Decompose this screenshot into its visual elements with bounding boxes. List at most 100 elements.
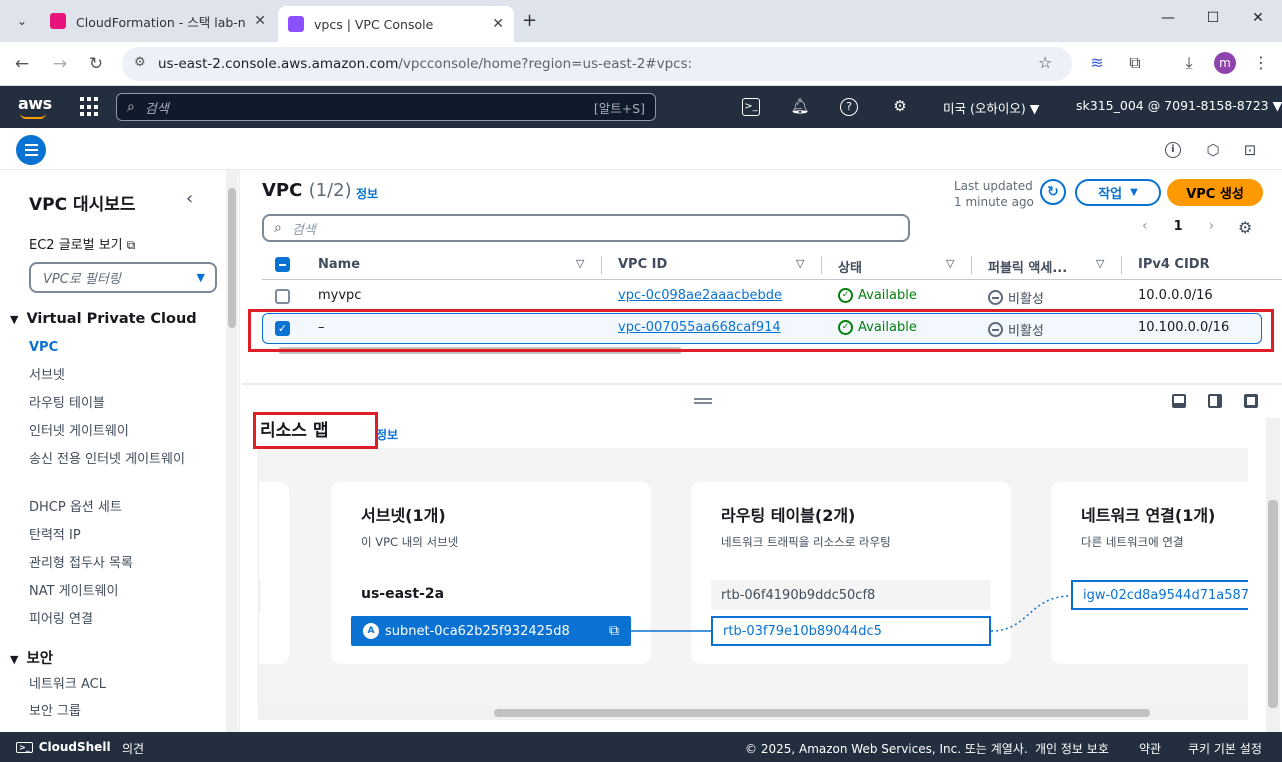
- column-separator[interactable]: [601, 256, 602, 274]
- page-number[interactable]: 1: [1174, 219, 1183, 234]
- browser-toolbar: ← → ↻ ⚙ us-east-2.console.aws.amazon.com…: [0, 42, 1282, 86]
- split-panel-bottom-icon[interactable]: [1172, 394, 1186, 408]
- sidebar-item-subnets[interactable]: 서브넷: [29, 366, 199, 386]
- select-all-checkbox[interactable]: [275, 257, 290, 272]
- sort-caret-icon[interactable]: ▽: [576, 257, 584, 270]
- sidebar-scrollbar-thumb[interactable]: [228, 188, 236, 328]
- table-row[interactable]: myvpc vpc-0c098ae2aaacbebde ✓ Available 비…: [262, 281, 1262, 312]
- vpc-filter-select[interactable]: VPC로 필터링 ▼: [29, 262, 217, 293]
- url-path: /vpcconsole/home?region=us-east-2#vpcs:: [398, 56, 693, 72]
- tab-cloudformation[interactable]: CloudFormation - 스택 lab-net ✕: [40, 6, 276, 36]
- vpc-info-link[interactable]: 정보: [356, 185, 378, 202]
- column-header-ipv4-cidr[interactable]: IPv4 CIDR: [1138, 257, 1210, 272]
- column-separator[interactable]: [821, 256, 822, 274]
- notifications-bell-icon[interactable]: 🔔︎: [790, 97, 810, 115]
- search-icon: ⌕: [274, 220, 282, 236]
- reload-icon[interactable]: ↻: [84, 52, 108, 76]
- sort-caret-icon[interactable]: ▽: [796, 257, 804, 270]
- tab-vpc-console[interactable]: vpcs | VPC Console ✕: [278, 6, 514, 42]
- actions-dropdown-button[interactable]: 작업 ▼: [1075, 179, 1161, 206]
- sidebar-item-managed-prefix-lists[interactable]: 관리형 접두사 목록: [29, 554, 199, 574]
- sidebar-item-network-acls[interactable]: 네트워크 ACL: [29, 675, 199, 695]
- aws-search-input[interactable]: ⌕ 검색 [알트+S]: [116, 93, 656, 121]
- column-header-public-access[interactable]: 퍼블릭 액세...: [988, 257, 1067, 276]
- address-bar[interactable]: ⚙ us-east-2.console.aws.amazon.com/vpcco…: [122, 47, 1072, 81]
- extension-wave-icon[interactable]: ≋: [1086, 53, 1108, 72]
- maximize-window-icon[interactable]: ☐: [1201, 10, 1225, 26]
- row-checkbox[interactable]: [275, 289, 290, 304]
- create-vpc-button[interactable]: VPC 생성: [1167, 179, 1263, 206]
- column-header-state[interactable]: 상태: [838, 257, 862, 276]
- extensions-puzzle-icon[interactable]: ⧉: [1124, 53, 1146, 73]
- column-separator[interactable]: [1121, 256, 1122, 274]
- vpc-id-link[interactable]: vpc-0c098ae2aaacbebde: [618, 288, 782, 303]
- close-tab-icon[interactable]: ✕: [492, 16, 504, 32]
- services-grid-icon[interactable]: [80, 97, 100, 117]
- settings-gear-icon[interactable]: ⚙: [890, 97, 910, 115]
- sidebar-item-peering-connections[interactable]: 피어링 연결: [29, 610, 199, 630]
- sidebar-item-dhcp-option-sets[interactable]: DHCP 옵션 세트: [29, 498, 199, 518]
- close-window-icon[interactable]: ✕: [1246, 10, 1270, 26]
- info-panel-icon[interactable]: i: [1165, 142, 1181, 158]
- cookie-preferences-link[interactable]: 쿠키 기본 설정: [1188, 740, 1262, 757]
- forward-arrow-icon[interactable]: →: [48, 52, 72, 76]
- sidebar-item-elastic-ips[interactable]: 탄력적 IP: [29, 526, 199, 546]
- sidebar-item-egress-only-igw[interactable]: 송신 전용 인터넷 게이트웨이: [29, 450, 201, 470]
- prev-page-chevron-icon[interactable]: ‹: [1142, 218, 1148, 234]
- ec2-global-view-link[interactable]: EC2 글로벌 보기 ⧉: [29, 234, 135, 253]
- console-sub-header: i ⬡ ⊡: [0, 128, 1282, 170]
- resource-map-scrollbar-thumb[interactable]: [494, 709, 1150, 717]
- feedback-link[interactable]: 의견: [122, 740, 144, 757]
- sidebar-item-internet-gateways[interactable]: 인터넷 게이트웨이: [29, 422, 199, 442]
- minimize-window-icon[interactable]: —: [1156, 10, 1180, 26]
- browser-menu-icon[interactable]: ⋮: [1250, 53, 1272, 72]
- cloudshell-button[interactable]: >_ CloudShell: [16, 740, 111, 754]
- split-panel-side-icon[interactable]: [1208, 394, 1222, 408]
- close-tab-icon[interactable]: ✕: [254, 13, 266, 29]
- resource-map-info-link[interactable]: 정보: [376, 426, 398, 443]
- sidebar-item-route-tables[interactable]: 라우팅 테이블: [29, 394, 199, 414]
- column-header-vpc-id[interactable]: VPC ID: [618, 257, 667, 272]
- resource-map-canvas[interactable]: 서브넷(1개) 이 VPC 내의 서브넷 us-east-2a A subnet…: [258, 448, 1248, 714]
- collapse-sidebar-chevron-icon[interactable]: ‹: [186, 188, 193, 209]
- new-tab-plus-icon[interactable]: +: [522, 10, 537, 31]
- column-header-name[interactable]: Name: [318, 257, 360, 272]
- privacy-link[interactable]: 개인 정보 보호: [1035, 740, 1109, 757]
- split-panel-drag-handle-icon[interactable]: [694, 398, 712, 404]
- external-link-icon: ⧉: [126, 238, 136, 252]
- expand-triangle-icon: ▼: [10, 653, 19, 666]
- help-icon[interactable]: ?: [840, 98, 858, 116]
- table-settings-gear-icon[interactable]: ⚙: [1238, 218, 1252, 237]
- resource-map-connectors: [631, 595, 1072, 632]
- sidebar-item-nat-gateways[interactable]: NAT 게이트웨이: [29, 582, 199, 602]
- bookmark-star-icon[interactable]: ☆: [1038, 53, 1052, 72]
- aws-logo[interactable]: aws: [18, 94, 52, 119]
- next-page-chevron-icon[interactable]: ›: [1209, 218, 1215, 234]
- sidebar-item-vpc[interactable]: VPC: [29, 338, 199, 358]
- site-info-icon[interactable]: ⚙: [134, 55, 146, 70]
- split-panel-full-icon[interactable]: [1244, 394, 1258, 408]
- vpc-search-input[interactable]: ⌕ 검색: [262, 214, 910, 242]
- sidebar-item-security-groups[interactable]: 보안 그룹: [29, 702, 199, 722]
- region-selector[interactable]: 미국 (오하이오) ▼: [943, 98, 1039, 117]
- download-icon[interactable]: ⤓: [1178, 53, 1200, 73]
- public-access-status: 비활성: [988, 288, 1044, 307]
- back-arrow-icon[interactable]: ←: [10, 52, 34, 76]
- column-separator[interactable]: [971, 256, 972, 274]
- feedback-screen-icon[interactable]: ⊡: [1240, 140, 1260, 160]
- profile-avatar[interactable]: m: [1214, 52, 1236, 74]
- refresh-button[interactable]: ↻: [1040, 179, 1066, 205]
- cloudshell-icon[interactable]: >_: [742, 98, 760, 116]
- sidebar-section-vpc[interactable]: ▼ Virtual Private Cloud: [10, 311, 197, 327]
- split-panel-divider: [242, 383, 1282, 385]
- sort-caret-icon[interactable]: ▽: [946, 257, 954, 270]
- main-vertical-scrollbar-thumb[interactable]: [1268, 500, 1278, 708]
- pagination: ‹ 1 ›: [1142, 218, 1214, 234]
- tab-search-chevron-icon[interactable]: ⌄: [8, 7, 36, 35]
- terms-link[interactable]: 약관: [1139, 740, 1161, 757]
- sidebar-section-security[interactable]: ▼ 보안: [10, 647, 53, 668]
- sort-caret-icon[interactable]: ▽: [1096, 257, 1104, 270]
- side-nav-toggle-button[interactable]: [16, 135, 46, 165]
- account-menu[interactable]: sk315_004 @ 7091-8158-8723 ▼: [1076, 98, 1282, 113]
- security-hexagon-icon[interactable]: ⬡: [1203, 140, 1223, 160]
